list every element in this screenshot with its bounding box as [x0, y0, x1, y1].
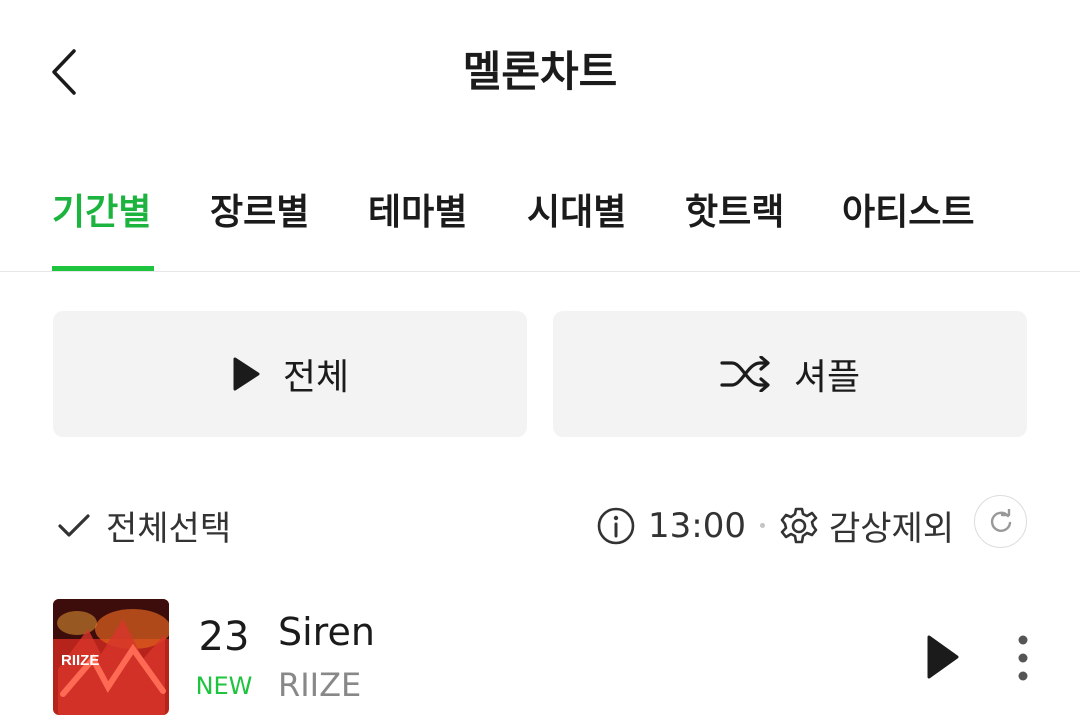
- shuffle-button[interactable]: 셔플: [553, 311, 1027, 437]
- app-header: 멜론차트: [0, 0, 1080, 140]
- select-all-button[interactable]: 전체선택: [56, 501, 231, 550]
- rank-change-badge: NEW: [195, 672, 253, 700]
- tab-hot-track[interactable]: 핫트랙: [685, 183, 784, 235]
- chart-info-group: 13:00 감상제외: [596, 501, 954, 550]
- song-rank: 23: [198, 614, 250, 660]
- play-icon: [927, 635, 959, 679]
- exclude-listening-button[interactable]: 감상제외: [779, 501, 954, 550]
- back-button[interactable]: [44, 42, 92, 102]
- exclude-listening-label: 감상제외: [828, 509, 955, 549]
- checkmark-icon: [58, 513, 90, 537]
- play-icon: [233, 357, 260, 391]
- play-all-label: 전체: [282, 357, 350, 398]
- album-art-text: RIIZE: [61, 652, 99, 669]
- info-icon[interactable]: [596, 506, 636, 546]
- separator-dot: [759, 523, 765, 528]
- play-all-button[interactable]: 전체: [53, 311, 527, 437]
- shuffle-label: 셔플: [793, 357, 861, 398]
- chevron-left-icon: [52, 49, 76, 95]
- tab-era[interactable]: 시대별: [527, 183, 626, 235]
- shuffle-icon: [720, 356, 770, 392]
- tab-theme[interactable]: 테마별: [368, 183, 467, 235]
- tab-period[interactable]: 기간별: [52, 183, 151, 235]
- album-art[interactable]: RIIZE: [53, 599, 169, 715]
- gear-icon: [780, 507, 818, 543]
- active-tab-indicator: [52, 266, 154, 271]
- chart-category-tabs: 기간별 장르별 테마별 시대별 핫트랙 아티스트: [0, 175, 1080, 272]
- song-play-button[interactable]: [918, 632, 964, 682]
- song-row[interactable]: RIIZE 23 NEW Siren RIIZE: [0, 596, 1080, 726]
- chart-update-time: 13:00: [648, 505, 746, 546]
- chart-controls: 전체선택 13:00 감상제외: [0, 495, 1080, 559]
- tab-artist[interactable]: 아티스트: [842, 183, 974, 235]
- select-all-label: 전체선택: [106, 509, 232, 549]
- more-vertical-icon: [1018, 635, 1028, 681]
- song-artist[interactable]: RIIZE: [278, 666, 361, 704]
- refresh-button[interactable]: [974, 495, 1027, 548]
- tab-genre[interactable]: 장르별: [210, 183, 309, 235]
- page-title: 멜론차트: [462, 47, 618, 96]
- refresh-icon: [990, 508, 1011, 532]
- song-more-button[interactable]: [1008, 632, 1038, 684]
- song-title[interactable]: Siren: [278, 610, 375, 654]
